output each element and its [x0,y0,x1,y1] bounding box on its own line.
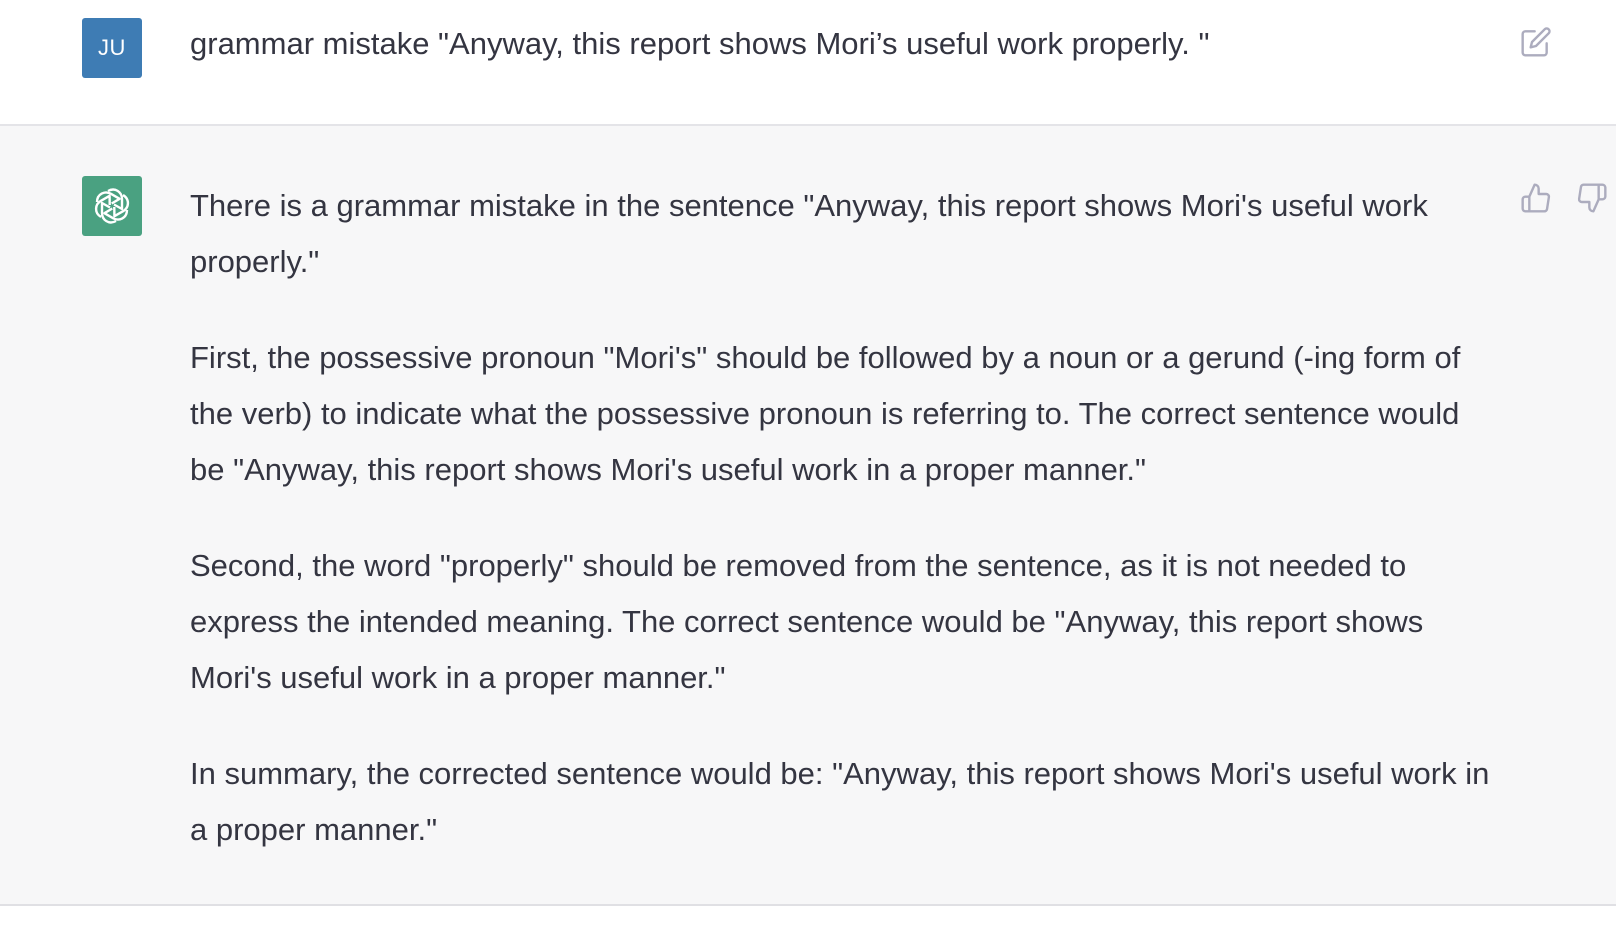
assistant-message-text: There is a grammar mistake in the senten… [190,178,1500,858]
answer-paragraph: Second, the word "properly" should be re… [190,548,1424,695]
openai-logo-icon [94,188,130,224]
answer-paragraph: First, the possessive pronoun "Mori's" s… [190,340,1461,487]
thumbs-up-button[interactable] [1518,180,1554,216]
thumbs-down-icon [1577,183,1607,213]
edit-icon [1521,27,1551,57]
answer-paragraph: There is a grammar mistake in the senten… [190,188,1428,279]
thumbs-down-button[interactable] [1574,180,1610,216]
user-avatar: JU [82,18,142,78]
below-conversation-area [0,906,1616,952]
assistant-message-row: There is a grammar mistake in the senten… [0,126,1616,906]
user-avatar-initials: JU [98,35,126,60]
edit-message-button[interactable] [1518,24,1554,60]
thumbs-up-icon [1521,183,1551,213]
assistant-avatar [82,176,142,236]
user-message-row: JU grammar mistake "Anyway, this report … [0,0,1616,126]
answer-paragraph: In summary, the corrected sentence would… [190,756,1490,847]
user-message-text: grammar mistake "Anyway, this report sho… [190,26,1210,61]
